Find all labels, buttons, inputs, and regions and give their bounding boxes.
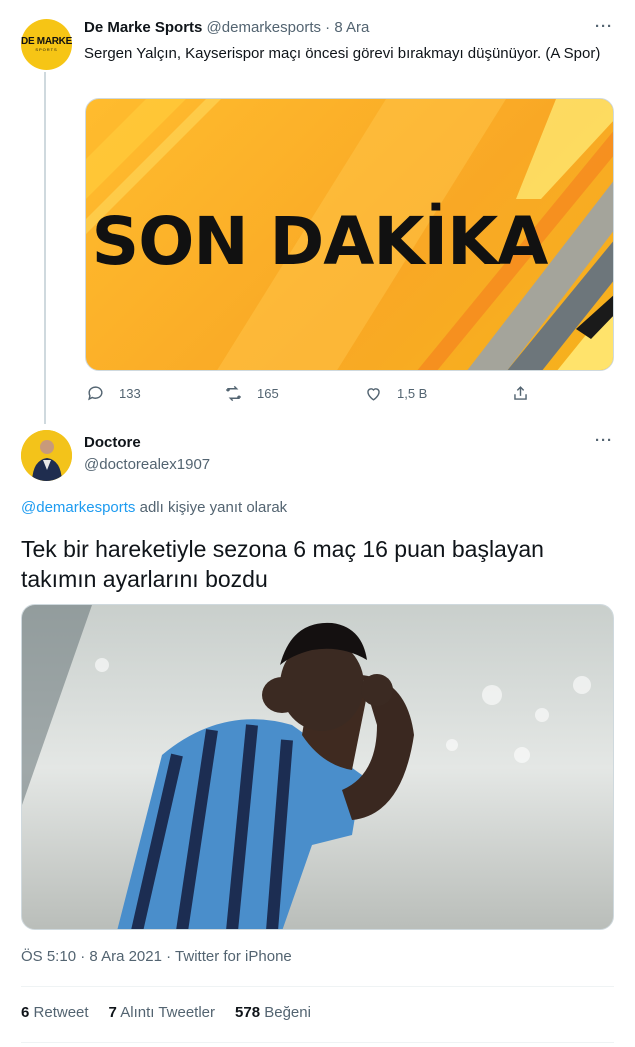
tweet2-time[interactable]: ÖS 5:10	[21, 948, 76, 965]
banner-headline: SON DAKİKA	[91, 203, 549, 280]
tweet2-meta-sep1: ·	[80, 948, 86, 965]
share-icon	[514, 386, 527, 400]
quotes-stat[interactable]: 7 Alıntı Tweetler	[109, 1004, 215, 1021]
retweet-icon	[225, 385, 242, 402]
like-icon	[367, 388, 380, 401]
avatar-logo-sub: SPORTS	[35, 46, 58, 52]
player-photo-graphic	[22, 605, 613, 929]
retweets-stat[interactable]: 6 Retweet	[21, 1004, 89, 1021]
thread-connector-line	[44, 72, 46, 424]
reply-icon	[88, 386, 103, 401]
likes-stat[interactable]: 578 Beğeni	[235, 1004, 311, 1021]
avatar-doctore[interactable]	[21, 430, 72, 481]
like-count: 1,5 B	[397, 386, 428, 401]
avatar-demarke[interactable]: DE MARKE SPORTS	[21, 19, 72, 70]
tweet2-date[interactable]: 8 Ara 2021	[89, 948, 162, 965]
tweet1-header: De Marke Sports @demarkesports · 8 Ara	[84, 19, 369, 36]
tweet2-media-photo[interactable]	[21, 604, 614, 930]
retweets-stat-label: Retweet	[33, 1004, 89, 1021]
tweet2-author-handle[interactable]: @doctorealex1907	[84, 456, 210, 473]
share-action[interactable]	[511, 384, 530, 403]
avatar-logo-text: DE MARKE	[21, 35, 72, 47]
avatar-person-graphic	[21, 430, 72, 481]
quotes-stat-label: Alıntı Tweetler	[120, 1004, 216, 1021]
tweet2-source[interactable]: Twitter for iPhone	[175, 948, 292, 965]
tweet2-author-name[interactable]: Doctore	[84, 434, 141, 451]
retweet-count: 165	[257, 386, 279, 401]
reply-to-suffix: adlı kişiye yanıt olarak	[135, 499, 288, 516]
quotes-stat-count: 7	[108, 1004, 117, 1021]
tweet2-more-button[interactable]: ···	[595, 432, 613, 449]
likes-stat-count: 578	[235, 1004, 261, 1021]
reply-context: @demarkesports adlı kişiye yanıt olarak	[21, 499, 287, 516]
reply-action[interactable]: 133	[86, 384, 141, 403]
reply-count: 133	[119, 386, 141, 401]
tweet2-text: Tek bir hareketiyle sezona 6 maç 16 puan…	[21, 536, 544, 592]
tweet1-separator: ·	[325, 19, 331, 36]
tweet1-media-banner[interactable]: SON DAKİKA	[85, 98, 614, 371]
tweet2-stats: 6 Retweet 7 Alıntı Tweetler 578 Beğeni	[21, 1004, 311, 1021]
tweet1-author-name[interactable]: De Marke Sports	[84, 19, 202, 36]
like-action[interactable]: 1,5 B	[364, 384, 427, 403]
tweet1-text: Sergen Yalçın, Kayserispor maçı öncesi g…	[84, 45, 601, 62]
tweet2-meta-sep2: ·	[166, 948, 172, 965]
retweet-action[interactable]: 165	[224, 384, 279, 403]
likes-stat-label: Beğeni	[264, 1004, 311, 1021]
retweets-stat-count: 6	[21, 1004, 30, 1021]
divider-top	[21, 986, 614, 987]
tweet2-meta: ÖS 5:10 · 8 Ara 2021 · Twitter for iPhon…	[21, 948, 292, 965]
divider-bottom	[21, 1042, 614, 1043]
tweet1-date[interactable]: 8 Ara	[334, 19, 369, 36]
tweet1-author-handle[interactable]: @demarkesports	[207, 19, 321, 36]
tweet1-more-button[interactable]: ···	[595, 18, 613, 35]
reply-to-handle-link[interactable]: @demarkesports	[21, 499, 135, 516]
